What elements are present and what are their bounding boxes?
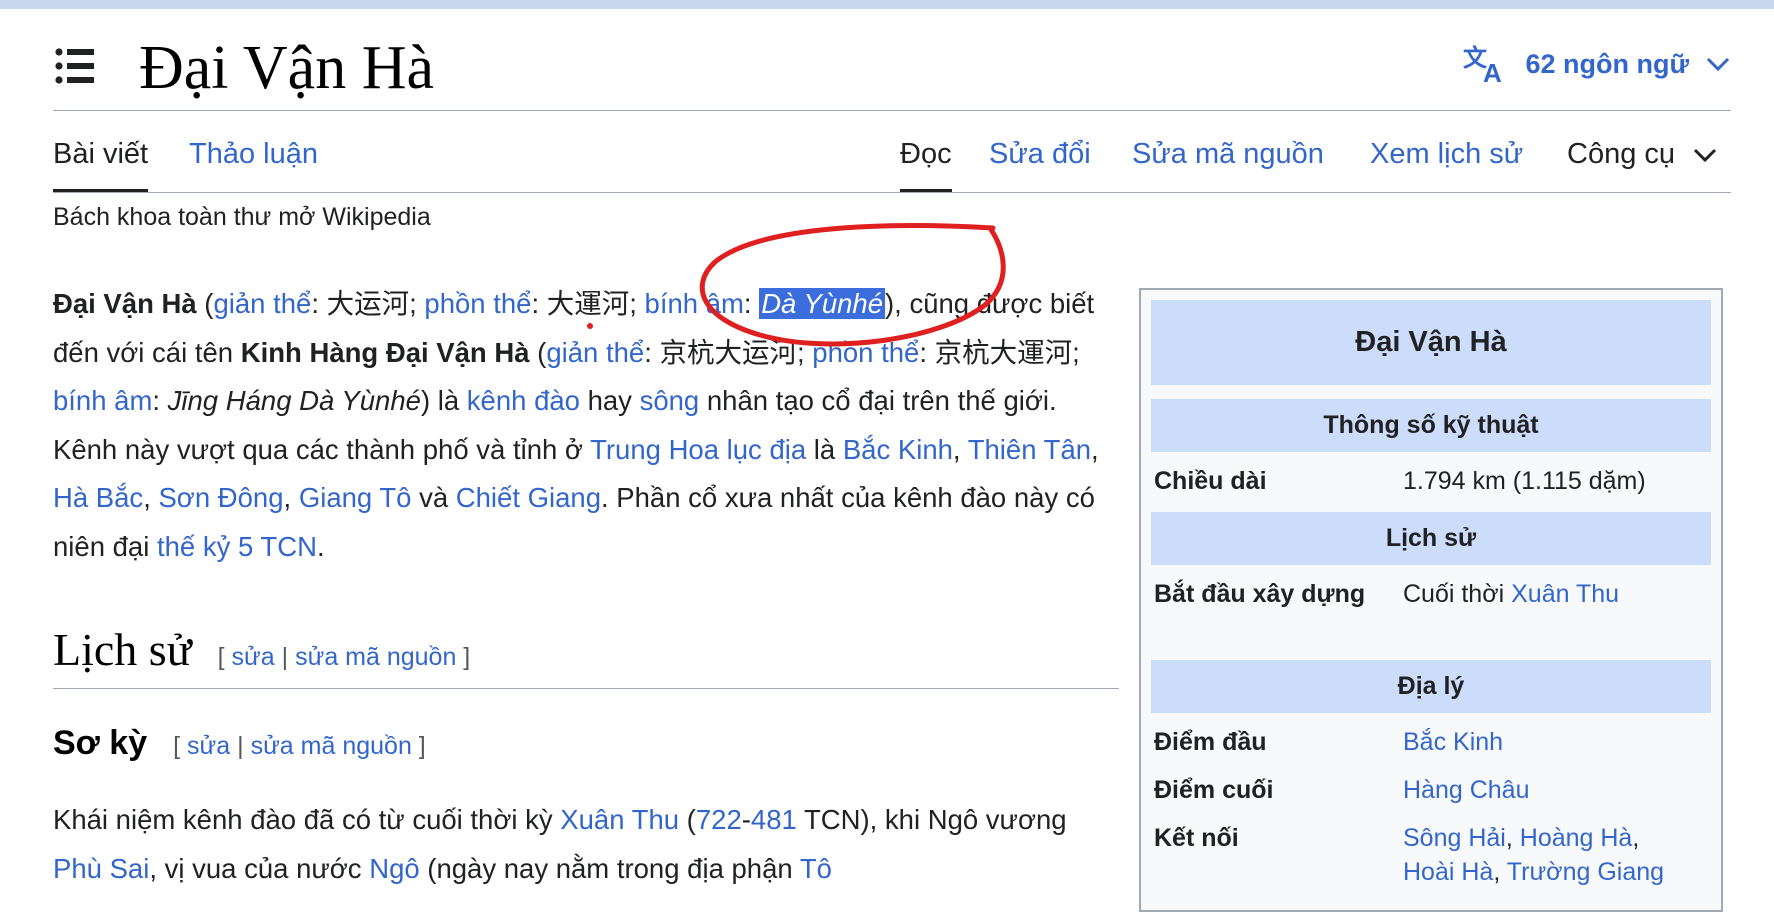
bold-alt-name: Kinh Hàng Đại Vận Hà <box>240 336 530 368</box>
tab-edit-source[interactable]: Sửa mã nguồn <box>1132 138 1324 192</box>
early-history-paragraph: Khái niệm kênh đào đã có từ cuối thời kỳ… <box>53 796 1119 893</box>
hangzhou-link[interactable]: Hàng Châu <box>1403 776 1529 804</box>
language-count-label: 62 ngôn ngữ <box>1525 48 1689 79</box>
beijing-link[interactable]: Bắc Kinh <box>1403 728 1503 756</box>
tools-label: Công cụ <box>1567 138 1676 170</box>
intro-paragraph: Đại Vận Hà (giản thể: 大运河; phồn thể: 大運河… <box>53 288 1099 562</box>
infobox-header-geo: Địa lý <box>1151 660 1711 713</box>
xuanthu-link[interactable]: Xuân Thu <box>1511 580 1619 608</box>
fuchai-link[interactable]: Phù Sai <box>53 853 149 884</box>
paragraph: Khái niệm kênh đào đã có từ cuối thời kỳ… <box>53 804 1067 884</box>
traditional-link[interactable]: phồn thể <box>424 288 531 319</box>
subsection-title: Sơ kỳ <box>53 724 148 762</box>
construction-label: Bắt đầu xây dựng <box>1154 580 1366 608</box>
xuanthu-link[interactable]: Xuân Thu <box>560 804 679 835</box>
edit-source-link[interactable]: sửa mã nguồn <box>295 643 456 671</box>
jiangsu-link[interactable]: Giang Tô <box>299 482 412 513</box>
edit-link[interactable]: sửa <box>232 643 275 671</box>
mainland-china-link[interactable]: Trung Hoa lục địa <box>590 434 806 465</box>
section-edit-links: [ sửa | sửa mã nguồn ] <box>217 643 471 671</box>
shandong-link[interactable]: Sơn Đông <box>158 482 283 513</box>
tab-edit[interactable]: Sửa đổi <box>989 138 1091 192</box>
year-481-link[interactable]: 481 <box>751 804 797 835</box>
start-value: Bắc Kinh <box>1403 725 1503 759</box>
tab-article[interactable]: Bài viết <box>53 138 149 192</box>
site-tagline: Bách khoa toàn thư mở Wikipedia <box>53 203 431 231</box>
connects-label: Kết nối <box>1154 824 1239 852</box>
edit-link[interactable]: sửa <box>187 732 230 760</box>
infobox-header-history: Lịch sử <box>1151 512 1711 565</box>
wu-link[interactable]: Ngô <box>369 853 419 884</box>
connects-value: Sông Hải, Hoàng Hà, Hoài Hà, Trường Giang <box>1403 824 1665 886</box>
start-label: Điểm đầu <box>1154 728 1267 756</box>
yellow-river-link[interactable]: Hoàng Hà <box>1520 824 1633 852</box>
translate-icon: 文 A <box>1463 44 1502 84</box>
length-value: 1.794 km (1.115 dặm) <box>1403 467 1646 495</box>
language-button[interactable]: 文 A 62 ngôn ngữ <box>1463 44 1731 84</box>
tab-tools[interactable]: Công cụ <box>1567 138 1717 192</box>
section-edit-links: [ sửa | sửa mã nguồn ] <box>173 732 426 760</box>
beijing-link[interactable]: Bắc Kinh <box>843 434 953 465</box>
infobox-header-specs: Thông số kỹ thuật <box>1151 399 1711 452</box>
infobox: Đại Vận Hà Thông số kỹ thuật Chiều dài 1… <box>1139 288 1723 912</box>
hai-river-link[interactable]: Sông Hải <box>1403 824 1506 852</box>
svg-text:A: A <box>1483 58 1502 84</box>
canal-link[interactable]: kênh đào <box>467 385 580 416</box>
toc-list-icon[interactable] <box>55 48 95 84</box>
tab-read[interactable]: Đọc <box>900 138 952 192</box>
bold-name: Đại Vận Hà <box>53 288 197 319</box>
tab-talk[interactable]: Thảo luận <box>189 138 318 192</box>
river-link[interactable]: sông <box>640 385 700 416</box>
section-heading-history: Lịch sử [ sửa | sửa mã nguồn ] <box>53 620 1119 689</box>
huai-river-link[interactable]: Hoài Hà <box>1403 858 1493 886</box>
pinyin-link[interactable]: bính âm <box>645 288 744 319</box>
year-722-link[interactable]: 722 <box>696 804 742 835</box>
edit-source-link[interactable]: sửa mã nguồn <box>251 732 412 760</box>
chevron-down-icon <box>1693 148 1717 163</box>
end-label: Điểm cuối <box>1154 776 1274 804</box>
simplified-link[interactable]: giản thể <box>213 288 311 319</box>
yangtze-link[interactable]: Trường Giang <box>1507 858 1664 886</box>
simplified-link[interactable]: giản thể <box>546 337 644 368</box>
pinyin-alt-text: Jīng Háng Dà Yùnhé <box>167 385 421 416</box>
infobox-title: Đại Vận Hà <box>1151 300 1711 385</box>
section-heading-early: Sơ kỳ [ sửa | sửa mã nguồn ] <box>53 724 426 763</box>
article-intro: Đại Vận Hà (giản thể: 大运河; phồn thể: 大運河… <box>53 280 1119 571</box>
hebei-link[interactable]: Hà Bắc <box>53 482 143 513</box>
zhejiang-link[interactable]: Chiết Giang <box>456 482 601 513</box>
chevron-down-icon <box>1706 57 1730 72</box>
tab-history[interactable]: Xem lịch sử <box>1370 138 1523 192</box>
end-value: Hàng Châu <box>1403 773 1529 807</box>
pinyin-link[interactable]: bính âm <box>53 385 152 416</box>
traditional-link[interactable]: phồn thể <box>812 337 919 368</box>
page-title: Đại Vận Hà <box>139 34 434 102</box>
selected-pinyin-text[interactable]: Dà Yùnhé <box>759 288 886 319</box>
tianjin-link[interactable]: Thiên Tân <box>968 434 1091 465</box>
browser-top-strip <box>0 0 1774 9</box>
length-label: Chiều dài <box>1154 467 1267 495</box>
construction-value: Cuối thời Xuân Thu <box>1403 580 1620 608</box>
century-link[interactable]: thế kỷ 5 TCN <box>157 531 317 562</box>
page-tabs: Bài viết Thảo luận Đọc Sửa đổi Sửa mã ng… <box>53 110 1731 193</box>
suzhou-link[interactable]: Tô <box>800 853 832 884</box>
page-header: Đại Vận Hà 文 A 62 ngôn ngữ <box>53 28 1731 111</box>
section-title: Lịch sử <box>53 624 192 675</box>
